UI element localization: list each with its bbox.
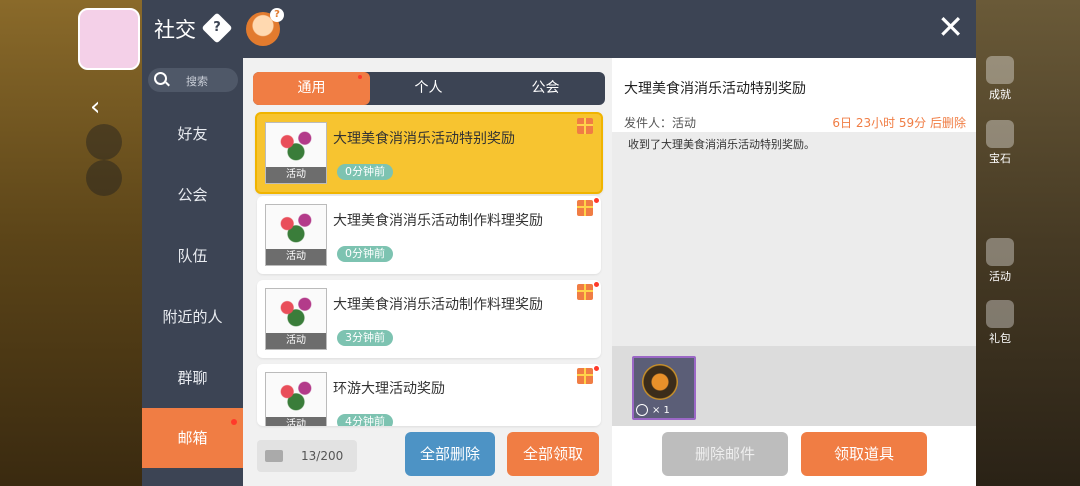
notification-dot [594, 366, 599, 371]
close-icon[interactable]: ✕ [937, 10, 964, 44]
gift-icon [577, 284, 593, 300]
clock-icon [636, 404, 648, 416]
mail-list-panel: 通用 个人 公会 活动 大理美食消消乐活动特别奖励 0分钟前 活动 大理美食消消… [243, 58, 612, 486]
mail-title: 环游大理活动奖励 [333, 381, 445, 397]
mail-tabs: 通用 个人 公会 [253, 72, 605, 105]
mail-thumbnail: 活动 [265, 122, 327, 184]
dialog-header: 社交 ? ? ✕ [142, 0, 976, 58]
sidebar-item-mailbox[interactable]: 邮箱 [142, 408, 243, 468]
mail-thumbnail: 活动 [265, 372, 327, 426]
mail-detail-header: 大理美食消消乐活动特别奖励 发件人：活动 6日 23小时 59分 后删除 [612, 58, 976, 132]
search-input[interactable]: 搜索 [148, 68, 238, 92]
gift-pack-icon[interactable]: 礼包 [982, 300, 1018, 346]
reward-item-icon [642, 364, 678, 400]
social-dialog: 社交 ? ? ✕ 搜索 好友 公会 队伍 附近的人 群聊 邮箱 通用 个人 公会… [142, 0, 976, 486]
mail-detail-footer: 删除邮件 领取道具 [612, 426, 976, 486]
event-art-icon [274, 210, 318, 244]
mail-detail-panel: 大理美食消消乐活动特别奖励 发件人：活动 6日 23小时 59分 后删除 收到了… [612, 58, 976, 486]
helper-character-icon[interactable]: ? [246, 8, 284, 46]
mail-thumbnail: 活动 [265, 288, 327, 350]
event-art-icon [274, 378, 318, 412]
tab-guild[interactable]: 公会 [487, 72, 604, 105]
sidebar-item-group-chat[interactable]: 群聊 [142, 348, 243, 408]
gem-icon[interactable]: 宝石 [982, 120, 1018, 166]
sidebar-item-friends[interactable]: 好友 [142, 104, 243, 164]
game-right-hud: 成就 宝石 活动 礼包 [976, 0, 1080, 486]
attachment-item[interactable]: × 1 [632, 356, 696, 420]
sidebar-item-party[interactable]: 队伍 [142, 226, 243, 286]
event-icon[interactable]: 活动 [982, 238, 1018, 284]
gift-icon [577, 200, 593, 216]
claim-items-button[interactable]: 领取道具 [801, 432, 927, 476]
mail-sender: 发件人：活动 [624, 116, 697, 130]
mail-ticket-icon [265, 450, 283, 462]
notification-dot [594, 282, 599, 287]
notification-dot [231, 419, 237, 425]
mail-time-badge: 0分钟前 [337, 164, 393, 180]
mail-title: 大理美食消消乐活动制作料理奖励 [333, 213, 543, 229]
gift-icon [577, 368, 593, 384]
notification-dot [358, 75, 362, 79]
mail-title: 大理美食消消乐活动制作料理奖励 [333, 297, 543, 313]
mail-item[interactable]: 活动 大理美食消消乐活动特别奖励 0分钟前 [255, 112, 603, 194]
event-art-icon [274, 294, 318, 328]
tab-personal[interactable]: 个人 [370, 72, 487, 105]
social-sidebar: 搜索 好友 公会 队伍 附近的人 群聊 邮箱 [142, 58, 243, 486]
mail-time-badge: 0分钟前 [337, 246, 393, 262]
dialog-title: 社交 [154, 18, 196, 42]
mail-detail-title: 大理美食消消乐活动特别奖励 [624, 81, 806, 97]
skill-icon[interactable] [86, 124, 122, 160]
sidebar-item-nearby[interactable]: 附近的人 [142, 287, 243, 347]
event-art-icon [274, 128, 318, 162]
handshake-icon[interactable] [86, 160, 122, 196]
notification-dot [594, 198, 599, 203]
claim-all-button[interactable]: 全部领取 [507, 432, 599, 476]
game-left-scene: ‹ [0, 0, 142, 486]
mail-count: 13/200 [257, 440, 357, 472]
help-icon[interactable]: ? [201, 12, 233, 44]
mail-time-badge: 4分钟前 [337, 414, 393, 426]
mail-expire-time: 6日 23小时 59分 后删除 [832, 116, 966, 130]
sidebar-item-guild[interactable]: 公会 [142, 165, 243, 225]
mail-title: 大理美食消消乐活动特别奖励 [333, 131, 515, 147]
gift-icon [577, 118, 593, 134]
tab-general[interactable]: 通用 [253, 72, 370, 105]
mail-item[interactable]: 活动 环游大理活动奖励 4分钟前 [257, 364, 601, 426]
delete-mail-button[interactable]: 删除邮件 [662, 432, 788, 476]
mail-body: 收到了大理美食消消乐活动特别奖励。 [628, 138, 815, 151]
attachment-area: × 1 [612, 346, 976, 426]
search-icon [154, 72, 167, 85]
achievement-icon[interactable]: 成就 [982, 56, 1018, 102]
mail-item[interactable]: 活动 大理美食消消乐活动制作料理奖励 0分钟前 [257, 196, 601, 274]
mail-thumbnail: 活动 [265, 204, 327, 266]
player-avatar[interactable] [78, 8, 140, 70]
mail-time-badge: 3分钟前 [337, 330, 393, 346]
mail-item[interactable]: 活动 大理美食消消乐活动制作料理奖励 3分钟前 [257, 280, 601, 358]
chevron-left-icon[interactable]: ‹ [90, 92, 100, 122]
delete-all-button[interactable]: 全部删除 [405, 432, 495, 476]
